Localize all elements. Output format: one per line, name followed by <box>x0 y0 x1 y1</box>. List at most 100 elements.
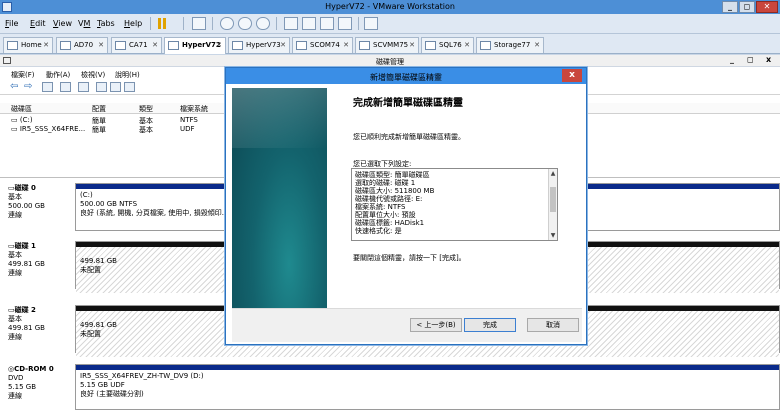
console-tree-icon[interactable] <box>42 82 53 92</box>
menu-edit[interactable]: Edit <box>30 19 46 28</box>
tab-scom74[interactable]: SCOM74 ✕ <box>292 37 353 53</box>
vm-icon <box>296 41 307 50</box>
disk-management-title: 磁碟管理 <box>376 58 404 66</box>
library-icon[interactable] <box>284 17 298 30</box>
dm-menu-help[interactable]: 說明(H) <box>115 70 140 80</box>
toolbar-separator <box>183 17 184 30</box>
vm-icon <box>359 41 370 50</box>
setting-line: 磁碟區類型: 簡單磁碟區 <box>355 171 430 179</box>
setting-line: 磁碟區大小: 511800 MB <box>355 187 435 195</box>
dm-menu-view[interactable]: 檢視(V) <box>81 70 105 80</box>
home-icon <box>7 41 18 50</box>
disk-1-label[interactable]: ▭磁碟 1 基本 499.81 GB 連線 <box>8 242 45 278</box>
pause-icon-bar[interactable] <box>163 18 166 29</box>
maximize-button[interactable]: ◻ <box>739 1 755 13</box>
dm-close-button[interactable]: x <box>766 55 771 64</box>
tab-sql76[interactable]: SQL76 ✕ <box>421 37 474 53</box>
col-volume[interactable]: 磁碟區 <box>11 104 32 114</box>
snapshot-icon[interactable] <box>220 17 234 30</box>
snapshot-manager-icon[interactable] <box>256 17 270 30</box>
wizard-title-bar: 新增簡單磁碟區精靈 x <box>226 68 586 84</box>
vm-icon <box>232 41 243 50</box>
tab-hyperv72[interactable]: HyperV72 ✕ <box>164 37 226 54</box>
tab-storage77[interactable]: Storage77 ✕ <box>476 37 544 53</box>
col-layout[interactable]: 配置 <box>92 104 106 114</box>
partition-status: 良好 (主要磁碟分割) <box>80 390 144 398</box>
pause-icon[interactable] <box>158 18 161 29</box>
col-filesystem[interactable]: 檔案系統 <box>180 104 208 114</box>
setting-line: 磁碟區標籤: HADisk1 <box>355 219 425 227</box>
vm-icon <box>425 41 436 50</box>
tab-close-icon[interactable]: ✕ <box>534 41 540 49</box>
cdrom-0-label[interactable]: ◎CD-ROM 0 DVD 5.15 GB 連線 <box>8 365 54 401</box>
finish-button[interactable]: 完成 <box>464 318 516 332</box>
wizard-button-bar: < 上一步(B) 完成 取消 <box>232 308 582 342</box>
fullscreen-icon[interactable] <box>320 17 334 30</box>
vmware-menu-bar: File Edit View VM Tabs Help <box>0 14 780 34</box>
tab-hyperv73[interactable]: HyperV73 ✕ <box>228 37 290 53</box>
dm-maximize-button[interactable]: ◻ <box>747 55 754 64</box>
menu-tabs[interactable]: Tabs <box>97 19 115 28</box>
list-view-icon[interactable] <box>78 82 89 92</box>
wizard-content: 完成新增簡單磁碟區精靈 您已順利完成新增簡單磁碟區精靈。 您已選取下列設定: 磁… <box>327 88 582 308</box>
tab-home[interactable]: Home ✕ <box>3 37 53 53</box>
tab-close-icon[interactable]: ✕ <box>343 41 349 49</box>
disk-2-label[interactable]: ▭磁碟 2 基本 499.81 GB 連線 <box>8 306 45 342</box>
tab-close-icon[interactable]: ✕ <box>464 41 470 49</box>
thumbnail-icon[interactable] <box>302 17 316 30</box>
back-button[interactable]: < 上一步(B) <box>410 318 462 332</box>
tab-close-icon[interactable]: ✕ <box>216 41 222 49</box>
check-icon[interactable] <box>110 82 121 92</box>
tab-close-icon[interactable]: ✕ <box>409 41 415 49</box>
col-type[interactable]: 類型 <box>139 104 153 114</box>
wizard-close-hint: 要關閉這個精靈，請按一下 [完成]。 <box>353 254 466 262</box>
tab-ca71[interactable]: CA71 ✕ <box>111 37 162 53</box>
window-title: HyperV72 - VMware Workstation <box>325 2 455 11</box>
vmware-title-bar: HyperV72 - VMware Workstation _ ◻ ✕ <box>0 0 780 14</box>
settings-icon[interactable] <box>124 82 135 92</box>
properties-icon[interactable] <box>96 82 107 92</box>
console-view-icon[interactable] <box>364 17 378 30</box>
dm-menu-file[interactable]: 檔案(F) <box>11 70 35 80</box>
toolbar-separator <box>358 17 359 30</box>
send-ctrl-alt-del-icon[interactable] <box>192 17 206 30</box>
toolbar-separator <box>276 17 277 30</box>
setting-line: 檔案系統: NTFS <box>355 203 406 211</box>
tab-close-icon[interactable]: ✕ <box>43 41 49 49</box>
scroll-up-icon[interactable]: ▲ <box>549 170 557 177</box>
tab-scvmm75[interactable]: SCVMM75 ✕ <box>355 37 419 53</box>
vm-icon <box>168 41 179 50</box>
dm-menu-action[interactable]: 動作(A) <box>46 70 70 80</box>
summary-scrollbar[interactable]: ▲ ▼ <box>548 169 557 240</box>
partition-cdrom-d[interactable]: IR5_SSS_X64FREV_ZH-TW_DV9 (D:) 5.15 GB U… <box>75 364 780 410</box>
scroll-down-icon[interactable]: ▼ <box>549 232 557 239</box>
scroll-thumb[interactable] <box>550 187 556 212</box>
help-icon[interactable] <box>60 82 71 92</box>
menu-file[interactable]: File <box>5 19 18 28</box>
cancel-button[interactable]: 取消 <box>527 318 579 332</box>
close-button[interactable]: ✕ <box>756 1 778 13</box>
vm-tab-strip: Home ✕ AD70 ✕ CA71 ✕ HyperV72 ✕ HyperV73… <box>0 34 780 54</box>
forward-arrow-icon[interactable]: ⇨ <box>24 82 35 92</box>
unity-icon[interactable] <box>338 17 352 30</box>
setting-line: 配置單位大小: 預設 <box>355 211 416 219</box>
menu-vm[interactable]: VM <box>78 19 90 28</box>
menu-view[interactable]: View <box>53 19 72 28</box>
partition-size: 5.15 GB UDF <box>80 381 125 389</box>
new-simple-volume-wizard: 新增簡單磁碟區精靈 x 完成新增簡單磁碟區精靈 您已順利完成新增簡單磁碟區精靈。… <box>225 67 587 345</box>
dm-minimize-button[interactable]: _ <box>730 55 734 64</box>
minimize-button[interactable]: _ <box>722 1 738 13</box>
vm-icon <box>115 41 126 50</box>
revert-snapshot-icon[interactable] <box>238 17 252 30</box>
tab-close-icon[interactable]: ✕ <box>98 41 104 49</box>
tab-ad70[interactable]: AD70 ✕ <box>56 37 108 53</box>
tab-close-icon[interactable]: ✕ <box>152 41 158 49</box>
back-arrow-icon[interactable]: ⇦ <box>10 82 21 92</box>
menu-help[interactable]: Help <box>124 19 142 28</box>
tab-close-icon[interactable]: ✕ <box>280 41 286 49</box>
settings-summary-box[interactable]: 磁碟區類型: 簡單磁碟區 選取的磁碟: 磁碟 1 磁碟區大小: 511800 M… <box>351 168 558 241</box>
disk-0-label[interactable]: ▭磁碟 0 基本 500.00 GB 連線 <box>8 184 45 220</box>
wizard-close-button[interactable]: x <box>562 69 582 82</box>
disk-management-title-bar: 磁碟管理 _ ◻ x <box>0 55 780 67</box>
partition-title: IR5_SSS_X64FREV_ZH-TW_DV9 (D:) <box>80 372 204 380</box>
